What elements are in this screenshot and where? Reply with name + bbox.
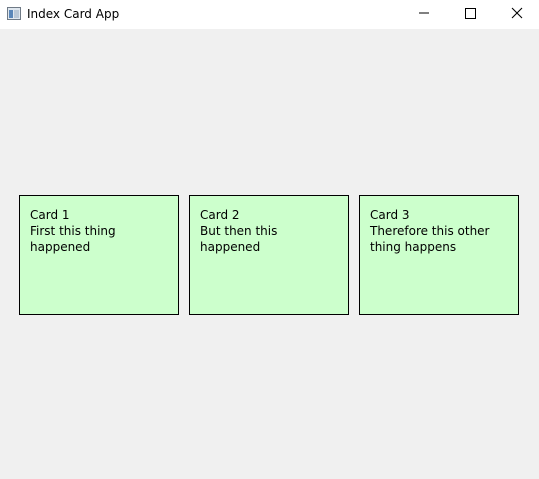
index-card-app-window: Index Card App Card 1 First this thing h… (0, 0, 539, 479)
card-title: Card 2 (200, 208, 240, 222)
maximize-button[interactable] (448, 0, 494, 29)
window-title: Index Card App (27, 7, 120, 21)
minimize-button[interactable] (402, 0, 448, 29)
minimize-icon (419, 12, 429, 14)
title-bar[interactable]: Index Card App (0, 0, 539, 29)
app-icon-left-pane (9, 10, 13, 18)
card-text: First this thing happened (30, 224, 116, 254)
app-window-icon (7, 7, 21, 20)
close-icon (511, 7, 523, 19)
app-icon-right-pane (14, 10, 19, 18)
index-card-2[interactable]: Card 2 But then this happened (189, 195, 349, 315)
index-card-3[interactable]: Card 3 Therefore this other thing happen… (359, 195, 519, 315)
index-card-1[interactable]: Card 1 First this thing happened (19, 195, 179, 315)
card-text: Therefore this other thing happens (370, 224, 490, 254)
maximize-icon (465, 8, 476, 19)
card-title: Card 1 (30, 208, 70, 222)
card-title: Card 3 (370, 208, 410, 222)
card-text: But then this happened (200, 224, 278, 254)
close-button[interactable] (494, 0, 539, 29)
